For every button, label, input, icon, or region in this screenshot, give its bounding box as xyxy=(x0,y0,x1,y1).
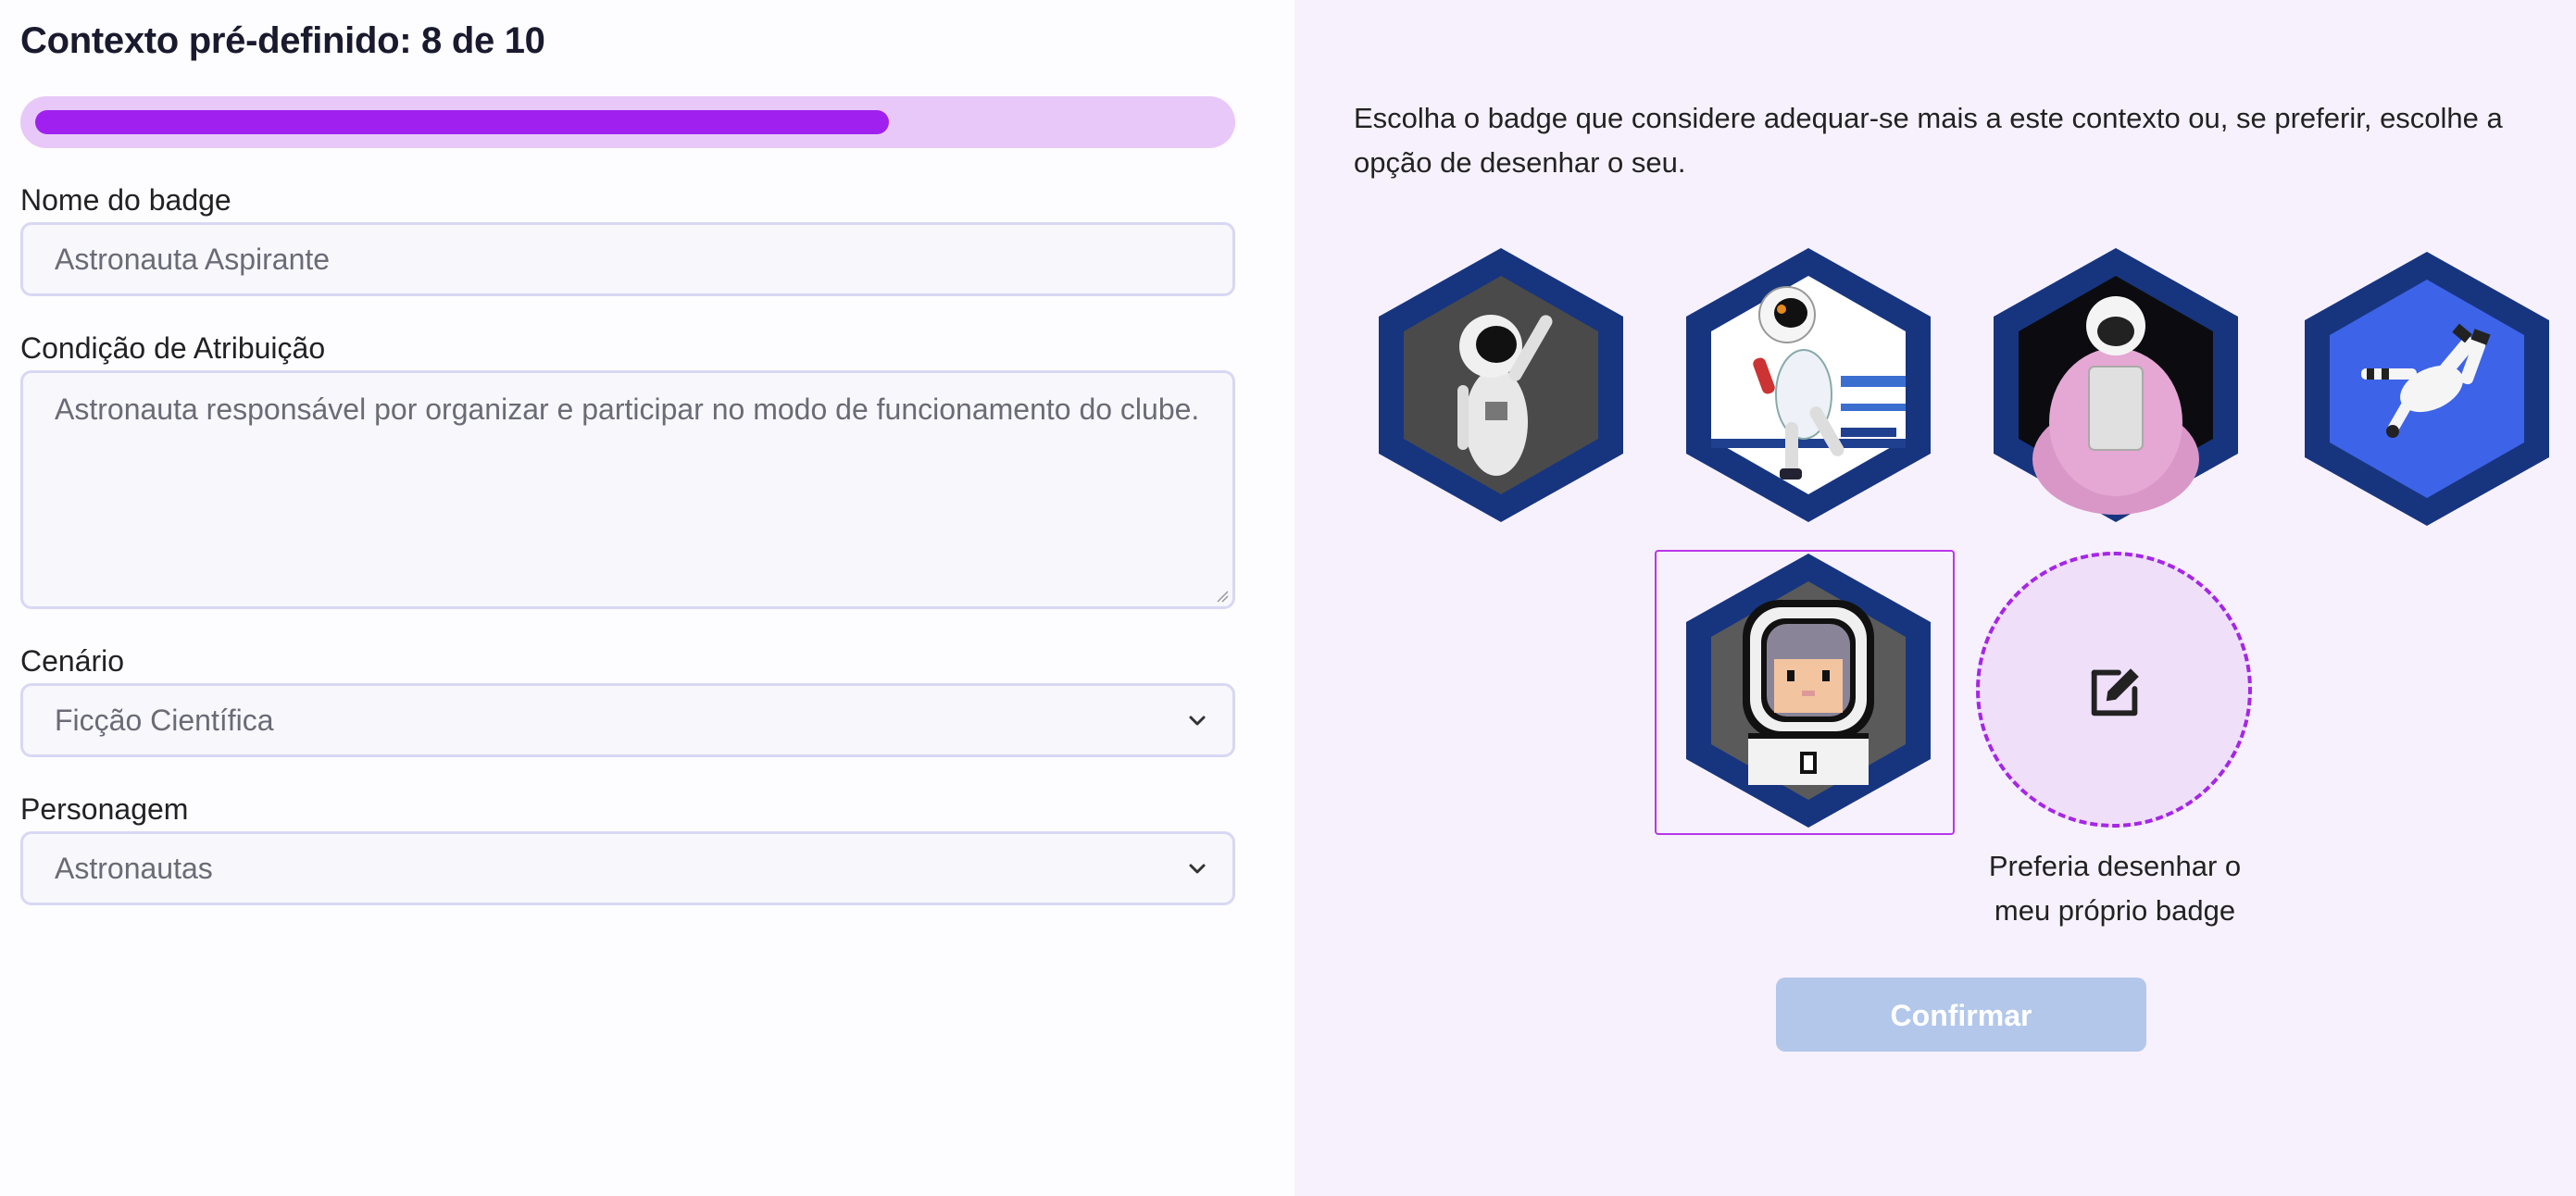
confirm-button[interactable]: Confirmar xyxy=(1776,978,2146,1052)
badge-option-3[interactable] xyxy=(1991,246,2241,524)
astronaut-floating-badge-icon xyxy=(1686,248,1931,522)
badge-option-1[interactable] xyxy=(1376,246,1626,524)
badge-name-input[interactable]: Astronauta Aspirante xyxy=(20,222,1235,296)
character-value: Astronautas xyxy=(55,852,213,885)
astronaut-pixel-badge-icon xyxy=(1686,554,1931,828)
condition-textarea[interactable]: Astronauta responsável por organizar e p… xyxy=(20,370,1235,609)
scenario-select[interactable]: Ficção Científica xyxy=(20,683,1235,757)
character-label: Personagem xyxy=(20,792,189,826)
scenario-label: Cenário xyxy=(20,644,125,678)
badge-option-4[interactable] xyxy=(2302,250,2552,528)
badge-option-5[interactable] xyxy=(1683,552,1933,829)
draw-own-badge-button[interactable] xyxy=(1976,552,2252,828)
astronaut-waving-badge-icon xyxy=(1379,248,1623,522)
form-panel: Contexto pré-definido: 8 de 10 Nome do b… xyxy=(0,0,1294,1196)
progress-bar-fill xyxy=(35,110,889,134)
astronaut-pink-suit-badge-icon xyxy=(1994,248,2238,522)
chevron-down-icon xyxy=(1189,716,1206,726)
chevron-down-icon xyxy=(1189,864,1206,874)
badge-name-label: Nome do badge xyxy=(20,183,231,217)
badge-option-2[interactable] xyxy=(1683,246,1933,524)
progress-bar xyxy=(20,96,1235,148)
condition-label: Condição de Atribuição xyxy=(20,331,326,365)
astronaut-blue-badge-icon xyxy=(2305,252,2549,526)
page-title: Contexto pré-definido: 8 de 10 xyxy=(20,20,545,61)
scenario-value: Ficção Científica xyxy=(55,704,274,737)
resize-handle-icon[interactable] xyxy=(1214,588,1229,603)
edit-icon xyxy=(2091,668,2139,716)
character-select[interactable]: Astronautas xyxy=(20,831,1235,905)
condition-placeholder: Astronauta responsável por organizar e p… xyxy=(55,392,1200,426)
badge-instructions: Escolha o badge que considere adequar-se… xyxy=(1354,102,2503,179)
draw-own-badge-label: Preferia desenhar o meu próprio badge xyxy=(1988,850,2242,927)
